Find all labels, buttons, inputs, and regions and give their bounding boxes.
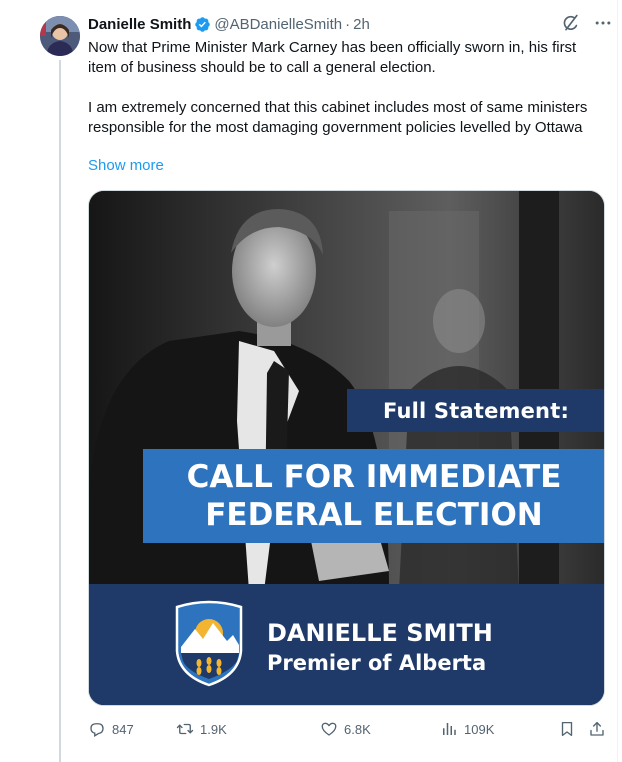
tweet-media-image[interactable]: Full Statement: CALL FOR IMMEDIATE FEDER… [88,190,605,706]
tweet-article[interactable]: Danielle Smith @ABDanielleSmith · 2h Now… [0,0,622,762]
share-button[interactable] [588,718,606,740]
like-count: 6.8K [344,721,371,737]
thread-line [59,60,61,762]
full-statement-label: Full Statement: [347,389,604,432]
reply-icon [90,723,104,737]
tweet-text: Now that Prime Minister Mark Carney has … [88,38,608,138]
bookmark-icon [561,721,573,737]
views-icon [443,723,456,735]
timestamp[interactable]: 2h [353,16,370,33]
headline-banner: CALL FOR IMMEDIATE FEDERAL ELECTION [143,449,604,543]
tweet-actions: 847 1.9K 6.8K 109K [88,718,608,740]
column-border [617,0,618,762]
like-button[interactable]: 6.8K [320,718,371,740]
tweet-paragraph-2: I am extremely concerned that this cabin… [88,99,588,136]
header-actions [560,12,614,34]
avatar[interactable] [40,16,80,56]
bookmark-button[interactable] [558,718,576,740]
reply-button[interactable]: 847 [88,718,134,740]
heart-icon [321,722,337,736]
alberta-crest-icon [175,600,243,687]
display-name[interactable]: Danielle Smith [88,16,191,33]
views-count: 109K [464,721,495,737]
banner-title: Premier of Alberta [267,651,487,675]
share-icon [590,721,604,736]
separator-dot: · [345,15,351,33]
repost-count: 1.9K [200,721,227,737]
show-more-link[interactable]: Show more [88,156,164,176]
views-button[interactable]: 109K [440,718,494,740]
repost-button[interactable]: 1.9K [176,718,227,740]
verified-badge-icon[interactable] [194,16,211,33]
more-icon[interactable] [592,12,614,34]
tweet-header: Danielle Smith @ABDanielleSmith · 2h [88,14,370,34]
reply-count: 847 [112,721,134,737]
handle[interactable]: @ABDanielleSmith [214,16,342,33]
avatar-image [40,16,80,56]
headline-line-2: FEDERAL ELECTION [205,497,543,533]
headline-line-1: CALL FOR IMMEDIATE [186,459,562,495]
grok-icon[interactable] [560,12,582,34]
banner-name: DANIELLE SMITH [267,619,493,647]
tweet-paragraph-1: Now that Prime Minister Mark Carney has … [88,39,577,76]
repost-icon [176,723,194,735]
